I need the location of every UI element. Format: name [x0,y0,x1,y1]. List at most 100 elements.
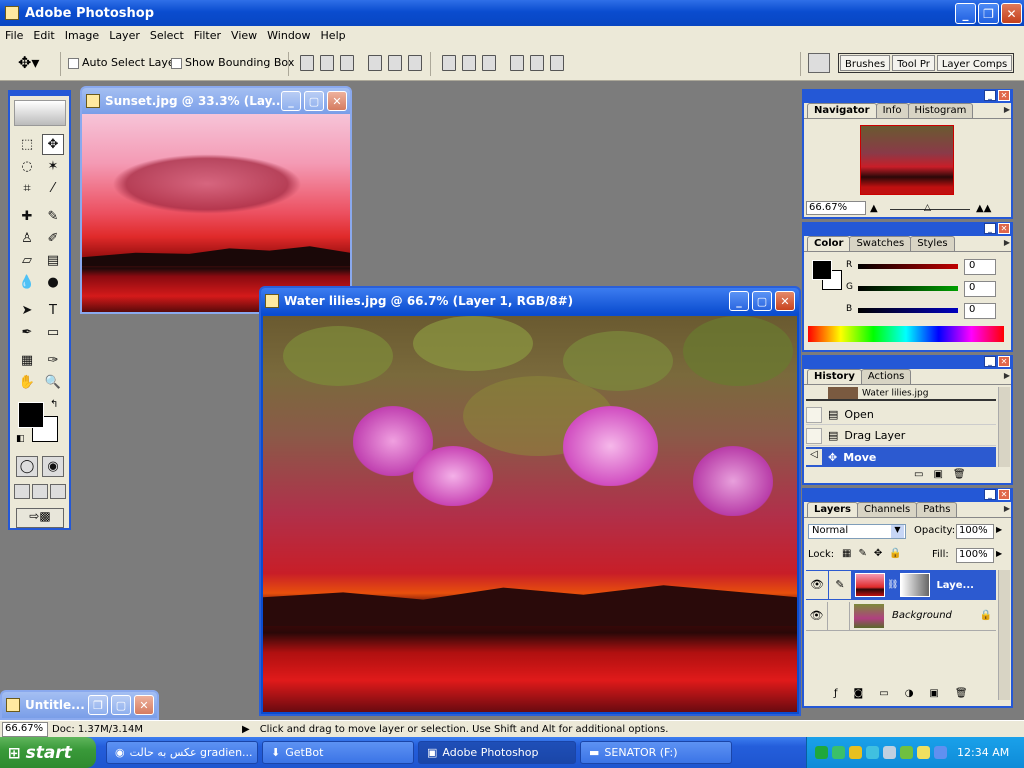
zoom-in-icon[interactable]: ▲▲ [976,203,991,214]
add-mask-icon[interactable]: ◙ [854,688,864,699]
distribute-hcenter-icon[interactable] [530,55,544,71]
menu-select[interactable]: Select [145,29,189,42]
magic-wand-tool-icon[interactable]: ✶ [42,156,64,177]
panel-minimize-icon[interactable]: _ [984,489,996,500]
align-bottom-icon[interactable] [340,55,354,71]
hand-tool-icon[interactable]: ✋ [16,372,38,393]
file-browser-icon[interactable] [808,53,830,73]
untitled-close-button[interactable]: ✕ [134,695,154,715]
media-play-icon[interactable] [815,746,828,759]
distribute-top-icon[interactable] [442,55,456,71]
task-getbot[interactable]: ⬇ GetBot [262,741,414,764]
water-lilies-title-bar[interactable]: Water lilies.jpg @ 66.7% (Layer 1, RGB/8… [261,288,799,314]
marquee-tool-icon[interactable]: ⬚ [16,134,38,155]
brush-link-icon[interactable]: ✎ [829,571,851,599]
panel-minimize-icon[interactable]: _ [984,356,996,367]
dodge-tool-icon[interactable]: ● [42,272,64,293]
panel-minimize-icon[interactable]: _ [984,223,996,234]
history-snapshot[interactable]: Water lilies.jpg [806,387,996,401]
feather-logo-icon[interactable] [14,100,66,126]
antivirus-icon[interactable] [883,746,896,759]
panel-close-icon[interactable]: ✕ [998,223,1010,234]
network-icon[interactable] [832,746,845,759]
adjustment-layer-icon[interactable]: ◑ [905,688,914,699]
tab-navigator[interactable]: Navigator [807,103,877,118]
channel-b-slider[interactable] [858,308,958,313]
lock-position-icon[interactable]: ✥ [874,548,882,559]
channel-g-slider[interactable] [858,286,958,291]
channel-b-value[interactable]: 0 [964,303,996,319]
opacity-arrow-icon[interactable]: ▶ [996,525,1002,534]
show-bounding-box-option[interactable]: Show Bounding Box [171,56,294,69]
water-lilies-document-window[interactable]: Water lilies.jpg @ 66.7% (Layer 1, RGB/8… [259,286,801,716]
delete-layer-icon[interactable]: 🗑 [955,688,968,699]
gradient-tool-icon[interactable]: ▤ [42,250,64,271]
panel-close-icon[interactable]: ✕ [998,356,1010,367]
history-brush-tool-icon[interactable]: ✐ [42,228,64,249]
full-screen-mode-icon[interactable] [50,484,66,499]
new-snapshot-icon[interactable]: ▣ [933,469,942,480]
lasso-tool-icon[interactable]: ◌ [16,156,38,177]
sunset-close-button[interactable]: ✕ [327,91,347,111]
move-tool-preset-icon[interactable]: ✥▾ [18,53,39,72]
move-tool-icon[interactable]: ✥ [42,134,64,155]
menu-window[interactable]: Window [262,29,315,42]
history-item-drag-layer[interactable]: ▤ Drag Layer [806,426,996,446]
tab-color[interactable]: Color [807,236,851,251]
lilies-maximize-button[interactable]: ▢ [752,291,772,311]
task-photoshop[interactable]: ▣ Adobe Photoshop [418,741,576,764]
crop-tool-icon[interactable]: ⌗ [16,178,38,199]
layer-row-background[interactable]: 👁 Background 🔒 [806,601,996,631]
eyedropper-tool-icon[interactable]: ✑ [42,350,64,371]
minimize-button[interactable]: _ [955,3,976,24]
path-selection-tool-icon[interactable]: ➤ [16,300,38,321]
layer-style-icon[interactable]: ƒ [834,688,838,699]
auto-select-checkbox[interactable] [68,57,79,69]
lilies-minimize-button[interactable]: _ [729,291,749,311]
sunset-document-window[interactable]: Sunset.jpg @ 33.3% (Lay... _ ▢ ✕ [80,86,352,314]
panel-menu-arrow-icon[interactable]: ▶ [1004,238,1010,247]
tab-info[interactable]: Info [875,103,909,118]
distribute-left-icon[interactable] [510,55,524,71]
sunset-minimize-button[interactable]: _ [281,91,301,111]
pen-tool-icon[interactable]: ✒ [16,322,38,343]
shape-tool-icon[interactable]: ▭ [42,322,64,343]
start-button[interactable]: ⊞ start [0,737,96,768]
new-document-icon[interactable]: ▭ [914,469,923,480]
navigator-zoom-field[interactable]: 66.67% [806,201,866,215]
zoom-out-icon[interactable]: ▲ [870,203,878,214]
menu-layer[interactable]: Layer [104,29,145,42]
panel-menu-arrow-icon[interactable]: ▶ [1004,371,1010,380]
eraser-tool-icon[interactable]: ▱ [16,250,38,271]
align-right-icon[interactable] [408,55,422,71]
channel-r-value[interactable]: 0 [964,259,996,275]
panel-close-icon[interactable]: ✕ [998,90,1010,101]
distribute-bottom-icon[interactable] [482,55,496,71]
fill-arrow-icon[interactable]: ▶ [996,549,1002,558]
channel-g-value[interactable]: 0 [964,281,996,297]
link-slot[interactable] [828,601,850,630]
distribute-vcenter-icon[interactable] [462,55,476,71]
tab-swatches[interactable]: Swatches [849,236,912,251]
nvidia-icon[interactable] [900,746,913,759]
blend-mode-select[interactable]: Normal ▼ [808,524,906,539]
type-tool-icon[interactable]: T [42,300,64,321]
delete-icon[interactable]: 🗑 [953,469,966,480]
auto-select-layer-option[interactable]: Auto Select Layer [68,56,179,69]
menu-edit[interactable]: Edit [28,29,59,42]
sunset-maximize-button[interactable]: ▢ [304,91,324,111]
menu-view[interactable]: View [226,29,262,42]
align-left-icon[interactable] [368,55,382,71]
zoom-tool-icon[interactable]: 🔍 [42,372,64,393]
well-tab-layer-comps[interactable]: Layer Comps [936,55,1013,71]
panel-minimize-icon[interactable]: _ [984,90,996,101]
color-foreground-swatch[interactable] [812,260,832,280]
visibility-eye-icon[interactable]: 👁 [806,571,828,599]
security-icon[interactable] [849,746,862,759]
panel-menu-arrow-icon[interactable]: ▶ [1004,105,1010,114]
close-button[interactable]: ✕ [1001,3,1022,24]
visibility-eye-icon[interactable]: 👁 [806,601,828,630]
menu-filter[interactable]: Filter [189,29,226,42]
layers-scrollbar[interactable] [998,570,1010,700]
align-vcenter-icon[interactable] [320,55,334,71]
